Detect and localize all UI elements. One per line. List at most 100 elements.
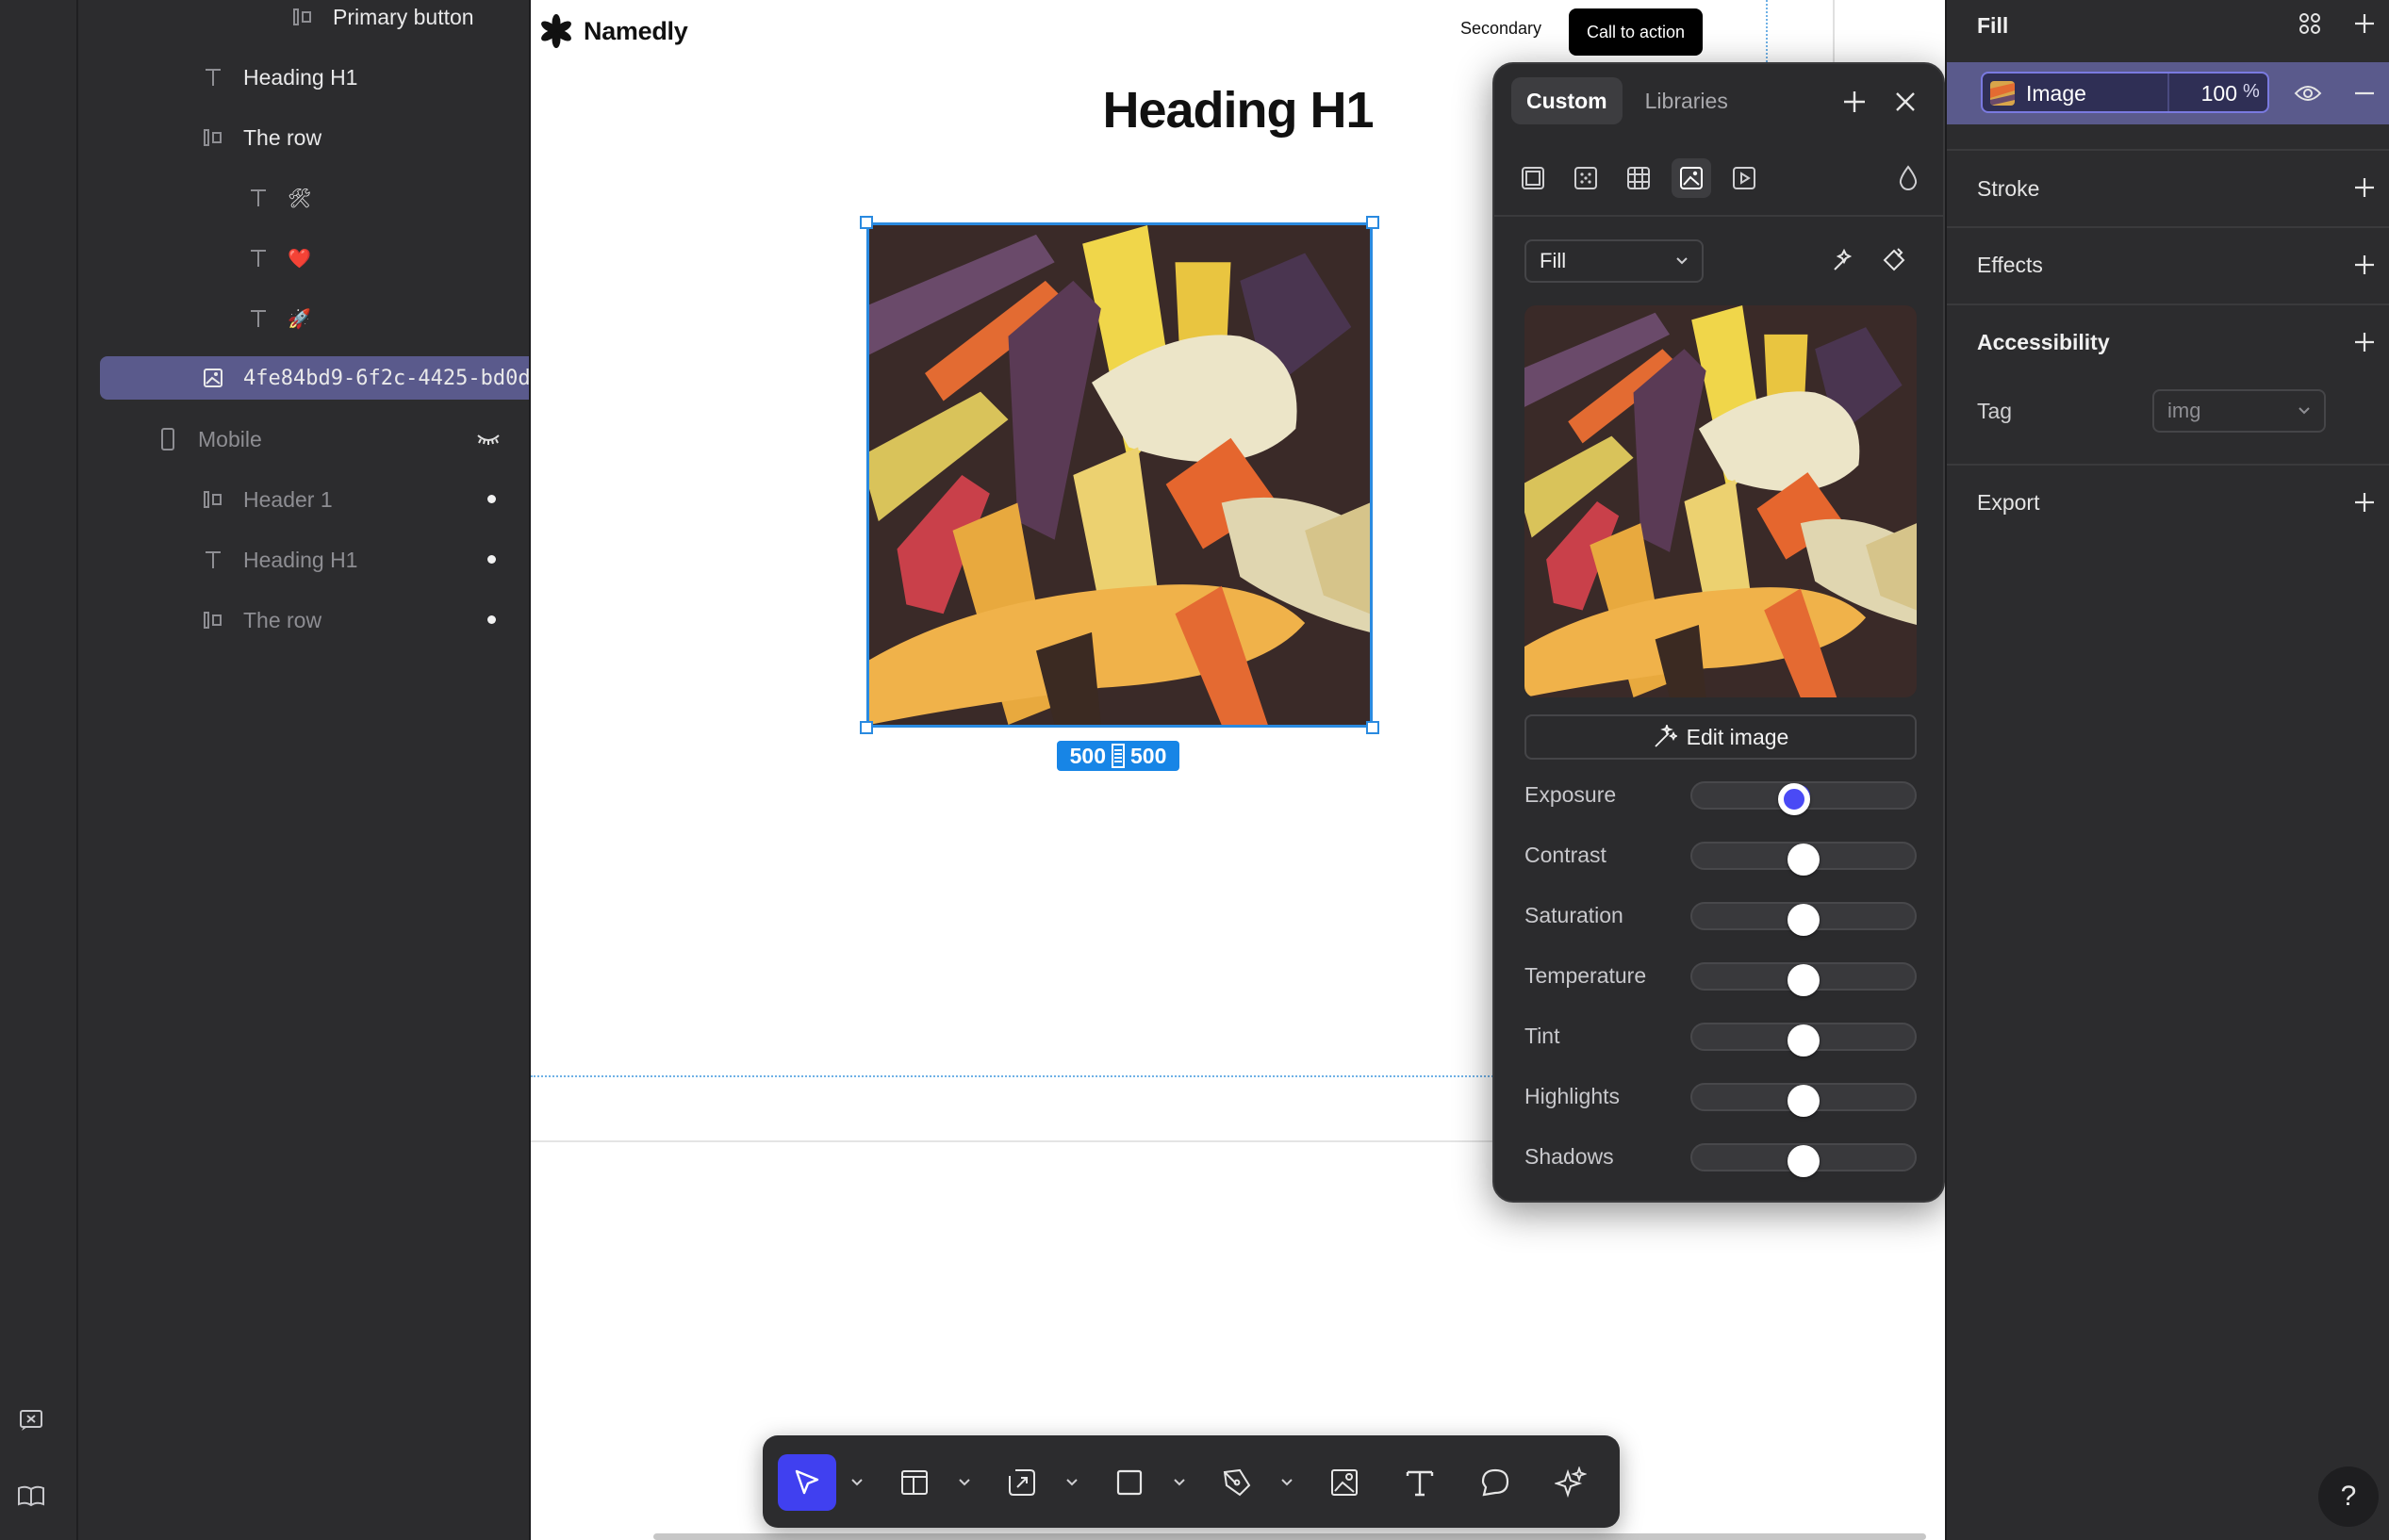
fill-row[interactable]: Image 100 %	[1947, 62, 2389, 124]
add-icon[interactable]	[1836, 83, 1873, 121]
adjustment-slider[interactable]	[1690, 1143, 1917, 1177]
slider-knob[interactable]	[1788, 1085, 1820, 1117]
chevron-down-icon[interactable]	[1279, 1477, 1294, 1488]
adjustment-label: Contrast	[1524, 843, 1606, 867]
adjustment-slider[interactable]	[1690, 1023, 1917, 1057]
selected-image[interactable]	[866, 222, 1373, 728]
adjustment-highlights: Highlights	[1524, 1076, 1917, 1117]
help-button[interactable]: ?	[2318, 1466, 2379, 1527]
ai-sparkle-tool-icon[interactable]	[1541, 1454, 1600, 1511]
divider	[1947, 226, 2389, 228]
hidden-eye-icon[interactable]	[474, 425, 503, 453]
chevron-down-icon[interactable]	[957, 1477, 972, 1488]
slider-knob[interactable]	[1788, 844, 1820, 876]
add-accessibility-icon[interactable]	[2350, 328, 2379, 356]
pattern-fill-icon[interactable]	[1619, 158, 1658, 198]
fill-mode-value: Fill	[1540, 249, 1567, 272]
tag-value: img	[2167, 399, 2201, 422]
adjustment-label: Highlights	[1524, 1084, 1620, 1108]
layer-mobile[interactable]: Mobile	[78, 418, 529, 461]
select-tool-icon[interactable]	[778, 1454, 836, 1511]
brand: Namedly	[538, 13, 688, 49]
layer-text-heart[interactable]: ❤️	[78, 237, 529, 280]
text-tool-icon[interactable]	[1391, 1454, 1449, 1511]
image-fill-icon[interactable]	[1672, 158, 1711, 198]
layer-heading-h1[interactable]: Heading H1	[78, 56, 529, 99]
fill-mode-select[interactable]: Fill	[1524, 239, 1704, 283]
pen-tool-icon[interactable]	[1208, 1454, 1266, 1511]
chevron-down-icon[interactable]	[1172, 1477, 1187, 1488]
brand-name: Namedly	[584, 16, 688, 45]
layer-text-rocket[interactable]: 🚀	[78, 297, 529, 340]
solid-fill-icon[interactable]	[1513, 158, 1553, 198]
magic-adjust-icon[interactable]	[1824, 242, 1862, 280]
link-frame-tool-icon[interactable]	[993, 1454, 1051, 1511]
chevron-down-icon[interactable]	[1064, 1477, 1079, 1488]
docs-book-icon[interactable]	[15, 1480, 47, 1512]
fill-popover: Custom Libraries Fill Edit image Exposur…	[1492, 62, 1945, 1203]
resize-handle-br[interactable]	[1366, 721, 1379, 734]
feedback-icon[interactable]	[15, 1404, 47, 1436]
slider-knob[interactable]	[1788, 1024, 1820, 1057]
call-to-action-button[interactable]: Call to action	[1569, 8, 1703, 56]
layer-text-tools[interactable]: 🛠	[78, 176, 529, 220]
tag-select[interactable]: img	[2152, 389, 2326, 433]
adjustment-slider[interactable]	[1690, 842, 1917, 876]
add-export-icon[interactable]	[2350, 488, 2379, 516]
fill-field[interactable]: Image 100 %	[1981, 72, 2269, 113]
add-fill-icon[interactable]	[2350, 9, 2379, 38]
size-width: 500	[1069, 743, 1106, 768]
layer-the-row[interactable]: The row	[78, 116, 529, 159]
layer-primary-button[interactable]: Primary button	[78, 0, 529, 39]
properties-panel: Fill Image 100 % Stroke Effects Accessib…	[1945, 0, 2389, 1540]
resize-handle-bl[interactable]	[860, 721, 873, 734]
chevron-down-icon[interactable]	[849, 1477, 865, 1488]
frame-row-icon	[199, 123, 227, 152]
styles-grid-icon[interactable]	[2296, 9, 2324, 38]
carrots-preview	[1524, 305, 1917, 697]
layer-label: Mobile	[198, 426, 262, 451]
size-height: 500	[1130, 743, 1167, 768]
fill-opacity-value[interactable]: 100	[2181, 81, 2237, 106]
image-preview[interactable]	[1524, 305, 1917, 697]
frame-row-icon	[288, 3, 317, 31]
mobile-icon	[154, 425, 182, 453]
layer-heading-h1-mobile[interactable]: Heading H1	[78, 538, 529, 582]
bottom-toolbar	[763, 1435, 1620, 1528]
rotate-icon[interactable]	[1875, 242, 1913, 280]
adjustment-slider[interactable]	[1690, 1083, 1917, 1117]
nav-secondary-button[interactable]: Secondary	[1460, 19, 1541, 39]
add-effect-icon[interactable]	[2350, 251, 2379, 279]
tag-label: Tag	[1977, 399, 2013, 423]
adjustment-slider[interactable]	[1690, 902, 1917, 936]
rectangle-tool-icon[interactable]	[1100, 1454, 1159, 1511]
accessibility-section-title: Accessibility	[1977, 330, 2110, 354]
text-icon	[244, 184, 272, 212]
noise-fill-icon[interactable]	[1566, 158, 1606, 198]
eye-icon[interactable]	[2294, 79, 2322, 107]
comment-tool-icon[interactable]	[1466, 1454, 1524, 1511]
layer-header-1[interactable]: Header 1	[78, 478, 529, 521]
adjustment-slider[interactable]	[1690, 781, 1917, 815]
remove-fill-icon[interactable]	[2350, 79, 2379, 107]
close-icon[interactable]	[1886, 83, 1924, 121]
opacity-drop-icon[interactable]	[1888, 158, 1928, 198]
adjustment-slider[interactable]	[1690, 962, 1917, 996]
layer-the-row-mobile[interactable]: The row	[78, 598, 529, 642]
slider-knob[interactable]	[1788, 1145, 1820, 1177]
tab-libraries[interactable]: Libraries	[1630, 77, 1743, 124]
slider-knob[interactable]	[1788, 904, 1820, 936]
slider-knob[interactable]	[1788, 964, 1820, 996]
tab-custom[interactable]: Custom	[1511, 77, 1623, 124]
layout-tool-icon[interactable]	[885, 1454, 944, 1511]
edit-image-button[interactable]: Edit image	[1524, 714, 1917, 760]
resize-handle-tl[interactable]	[860, 216, 873, 229]
resize-handle-tr[interactable]	[1366, 216, 1379, 229]
layer-image-selected[interactable]: 4fe84bd9-6f2c-4425-bd0d-	[100, 356, 529, 400]
image-tool-icon[interactable]	[1315, 1454, 1374, 1511]
horizontal-scrollbar[interactable]	[653, 1533, 1926, 1540]
add-stroke-icon[interactable]	[2350, 173, 2379, 202]
guide-line	[1766, 0, 1768, 62]
video-fill-icon[interactable]	[1724, 158, 1764, 198]
slider-knob[interactable]	[1777, 783, 1810, 815]
